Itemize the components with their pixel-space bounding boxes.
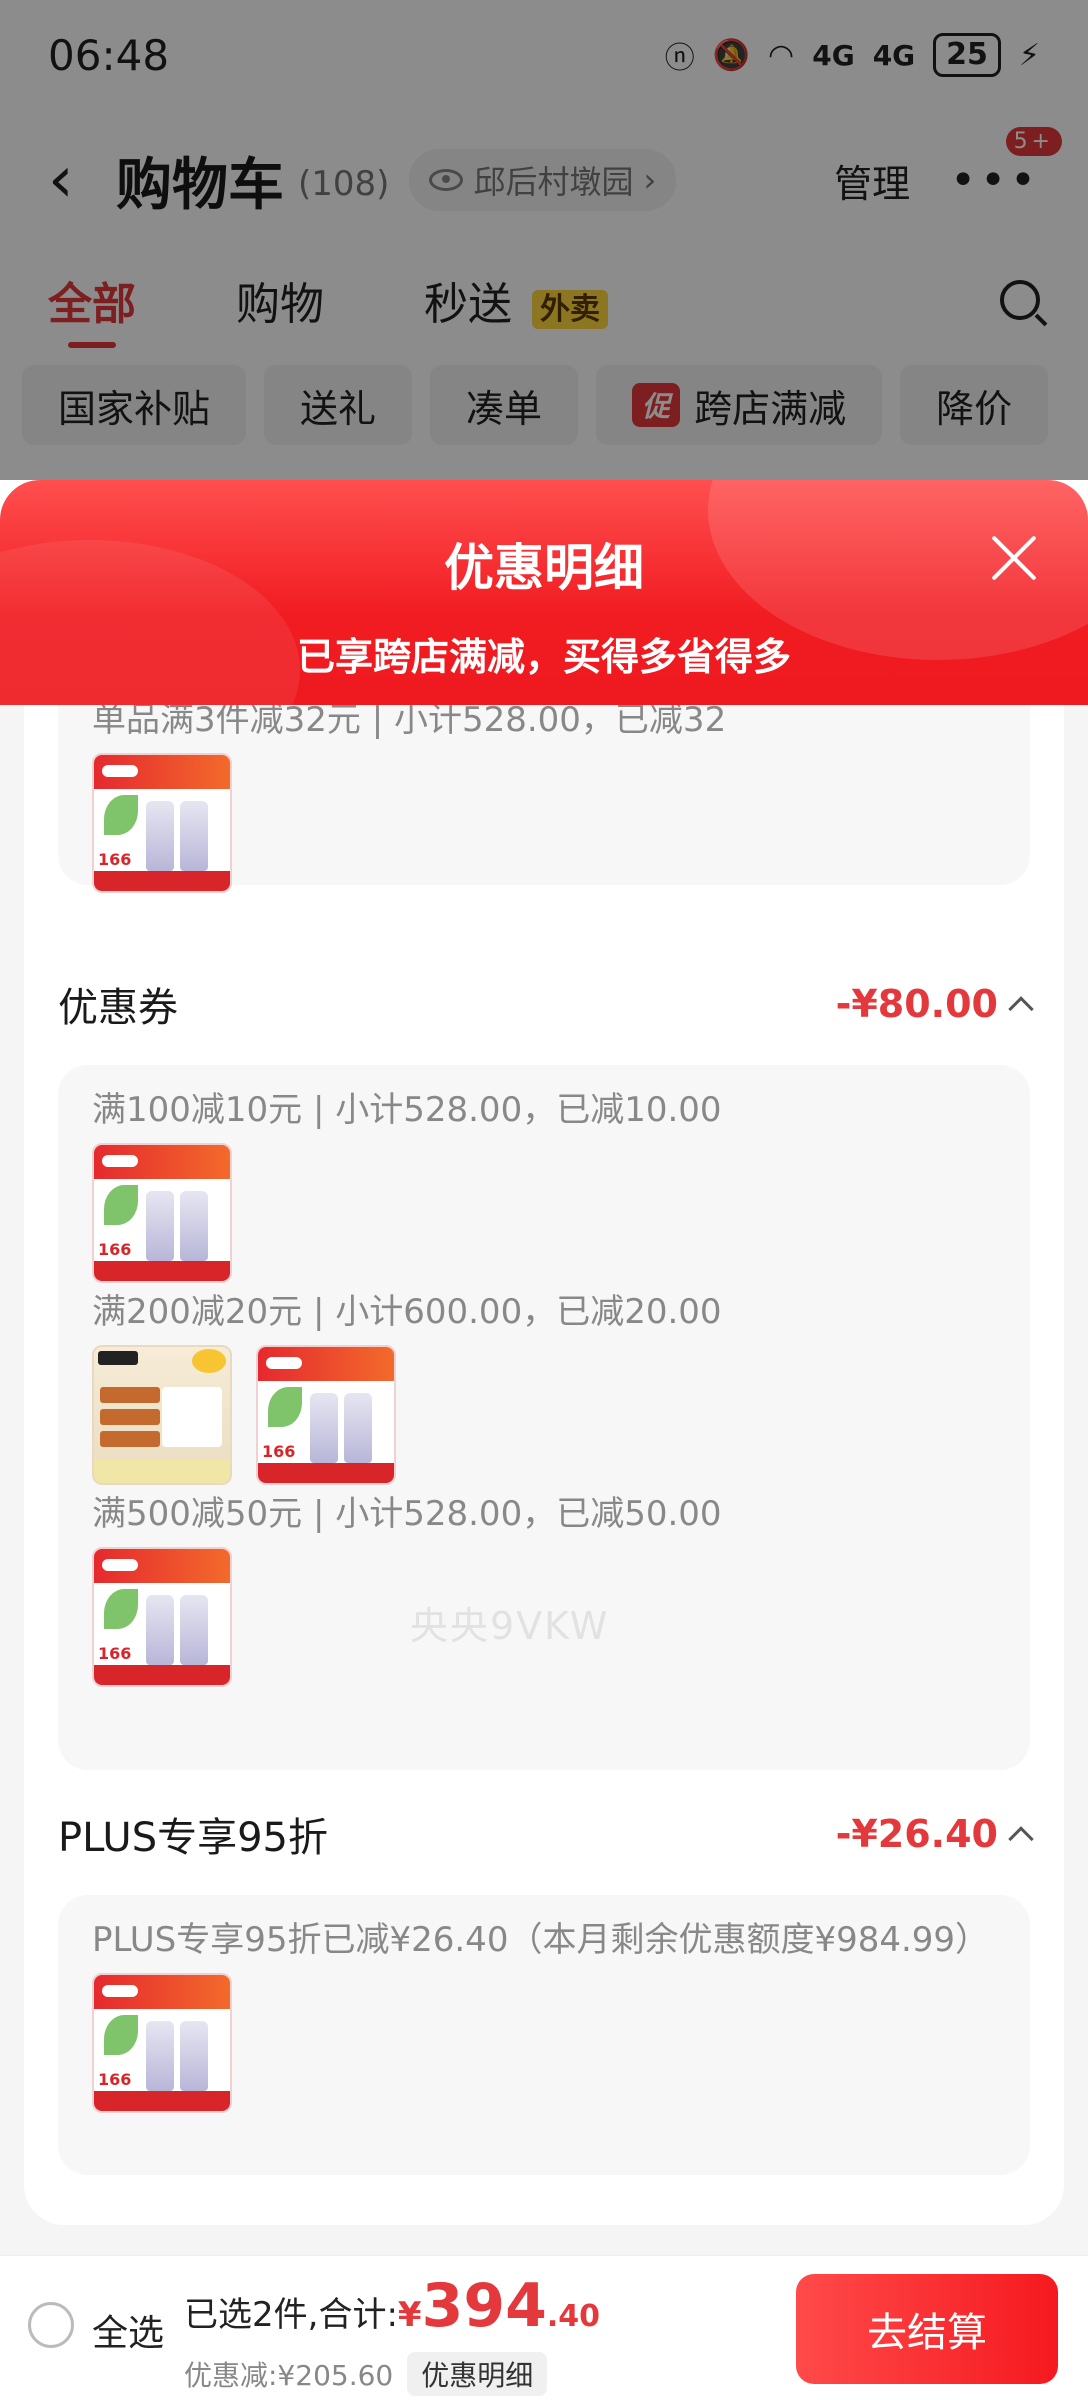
checkout-bar: 全选 已选2件,合计: ¥ 394 .40 优惠减:¥205.60 优惠明细 去…	[0, 2255, 1088, 2400]
sheet-body[interactable]: 单品满3件减32元 | 小计528.00，已减32 166 优惠券 -¥80.0…	[24, 705, 1064, 2225]
total-price-integer: 394	[421, 2271, 547, 2341]
select-all-checkbox[interactable]	[28, 2302, 74, 2348]
select-all-label[interactable]: 全选	[92, 2304, 164, 2356]
close-icon[interactable]	[988, 532, 1040, 584]
currency-symbol: ¥	[397, 2295, 422, 2335]
sheet-title: 优惠明细	[444, 539, 644, 597]
coupon-card: 满100减10元 | 小计528.00，已减10.00 166 满200减20元…	[58, 1065, 1030, 1770]
total-summary: 已选2件,合计: ¥ 394 .40	[184, 2276, 600, 2336]
discount-detail-sheet: 优惠明细 已享跨店满减，买得多省得多 单品满3件减32元 | 小计528.00，…	[0, 480, 1088, 2400]
coupon-rule-1: 满100减10元 | 小计528.00，已减10.00	[92, 1090, 722, 1130]
dim-overlay[interactable]	[0, 0, 1088, 480]
watermark: 央央9VKW	[410, 1604, 610, 1648]
coupon-label: 优惠券	[58, 985, 178, 1031]
plus-amount: -¥26.40	[835, 1812, 998, 1856]
chevron-up-icon	[1008, 996, 1034, 1022]
plus-label: PLUS专享95折	[58, 1815, 328, 1861]
coupon-amount: -¥80.00	[835, 982, 998, 1026]
product-thumbnail-calcium[interactable]	[92, 1345, 232, 1485]
product-thumbnail[interactable]: 166	[92, 1143, 232, 1283]
plus-card: PLUS专享95折已减¥26.40（本月剩余优惠额度¥984.99） 166	[58, 1895, 1030, 2175]
discount-summary: 优惠减:¥205.60 优惠明细	[184, 2352, 548, 2396]
total-price-decimal: .40	[546, 2299, 600, 2334]
cross-store-card: 单品满3件减32元 | 小计528.00，已减32 166	[58, 705, 1030, 893]
checkout-button[interactable]: 去结算	[796, 2274, 1058, 2384]
discount-total: 优惠减:¥205.60	[184, 2359, 394, 2392]
product-thumbnail[interactable]: 166	[92, 1973, 232, 2113]
coupon-rule-2: 满200减20元 | 小计600.00，已减20.00	[92, 1292, 722, 1332]
discount-detail-button[interactable]: 优惠明细	[407, 2352, 548, 2396]
coupon-rule-3: 满500减50元 | 小计528.00，已减50.00	[92, 1494, 722, 1534]
coupon-section-header[interactable]: 优惠券 -¥80.00	[58, 975, 1034, 1033]
product-thumbnail[interactable]: 166	[256, 1345, 396, 1485]
sheet-banner: 优惠明细 已享跨店满减，买得多省得多	[0, 480, 1088, 705]
summary-label: 已选2件,合计:	[184, 2295, 398, 2335]
chevron-up-icon	[1008, 1826, 1034, 1852]
product-thumbnail[interactable]: 166	[92, 1547, 232, 1687]
plus-rule: PLUS专享95折已减¥26.40（本月剩余优惠额度¥984.99）	[92, 1920, 990, 1960]
sheet-subtitle: 已享跨店满减，买得多省得多	[296, 635, 791, 679]
plus-section-header[interactable]: PLUS专享95折 -¥26.40	[58, 1805, 1034, 1863]
product-thumbnail[interactable]: 166	[92, 753, 232, 893]
cross-store-rule: 单品满3件减32元 | 小计528.00，已减32	[92, 705, 727, 740]
